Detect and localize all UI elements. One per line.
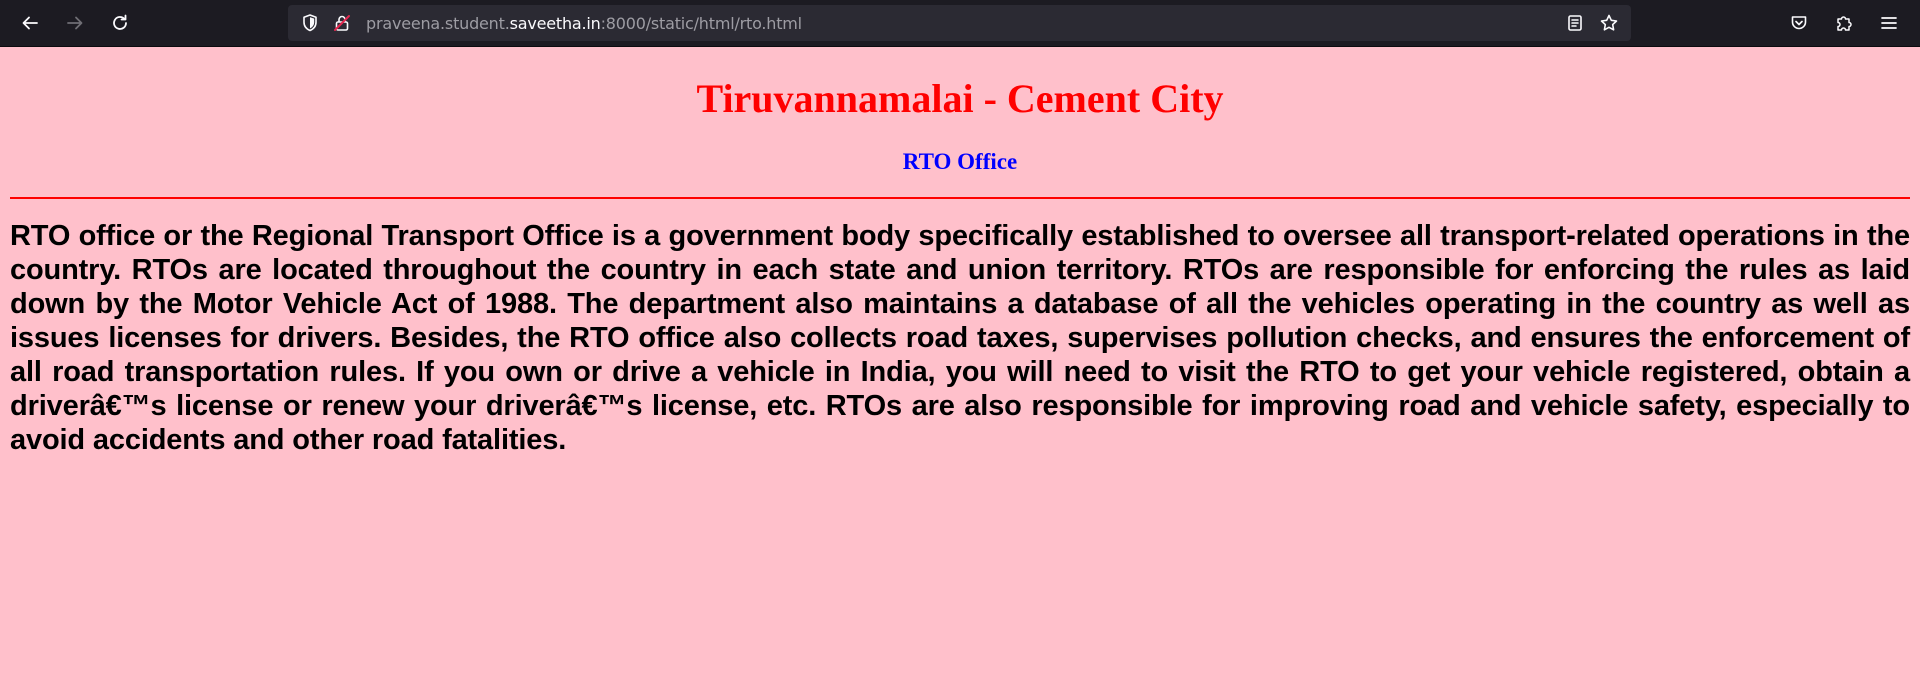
address-bar[interactable]: praveena.student.saveetha.in:8000/static…	[288, 5, 1631, 41]
browser-toolbar: praveena.student.saveetha.in:8000/static…	[0, 0, 1920, 47]
horizontal-rule	[10, 197, 1910, 199]
app-menu-button[interactable]	[1872, 7, 1906, 39]
insecure-lock-icon[interactable]	[332, 13, 352, 33]
pocket-button[interactable]	[1782, 7, 1816, 39]
reload-button[interactable]	[103, 7, 137, 39]
back-button[interactable]	[13, 7, 47, 39]
body-paragraph: RTO office or the Regional Transport Off…	[10, 220, 1910, 456]
page-subtitle: RTO Office	[902, 149, 1018, 174]
url-text[interactable]: praveena.student.saveetha.in:8000/static…	[366, 14, 802, 33]
reader-view-icon[interactable]	[1565, 13, 1585, 33]
bookmark-star-icon[interactable]	[1599, 13, 1619, 33]
tracking-protection-shield-icon[interactable]	[300, 13, 320, 33]
page-content: Tiruvannamalai - Cement City RTO Office …	[0, 47, 1920, 696]
reload-icon	[113, 14, 127, 30]
hamburger-menu-icon	[1881, 17, 1897, 29]
url-domain: saveetha.in	[509, 14, 601, 33]
page-title: Tiruvannamalai - Cement City	[696, 76, 1224, 121]
forward-arrow-icon	[67, 16, 83, 30]
url-prefix: praveena.student.	[366, 14, 510, 33]
extensions-button[interactable]	[1827, 7, 1861, 39]
extensions-puzzle-icon	[1837, 16, 1852, 31]
forward-button[interactable]	[58, 7, 92, 39]
pocket-icon	[1791, 16, 1807, 30]
back-arrow-icon	[22, 16, 38, 30]
url-suffix: :8000/static/html/rto.html	[600, 14, 803, 33]
